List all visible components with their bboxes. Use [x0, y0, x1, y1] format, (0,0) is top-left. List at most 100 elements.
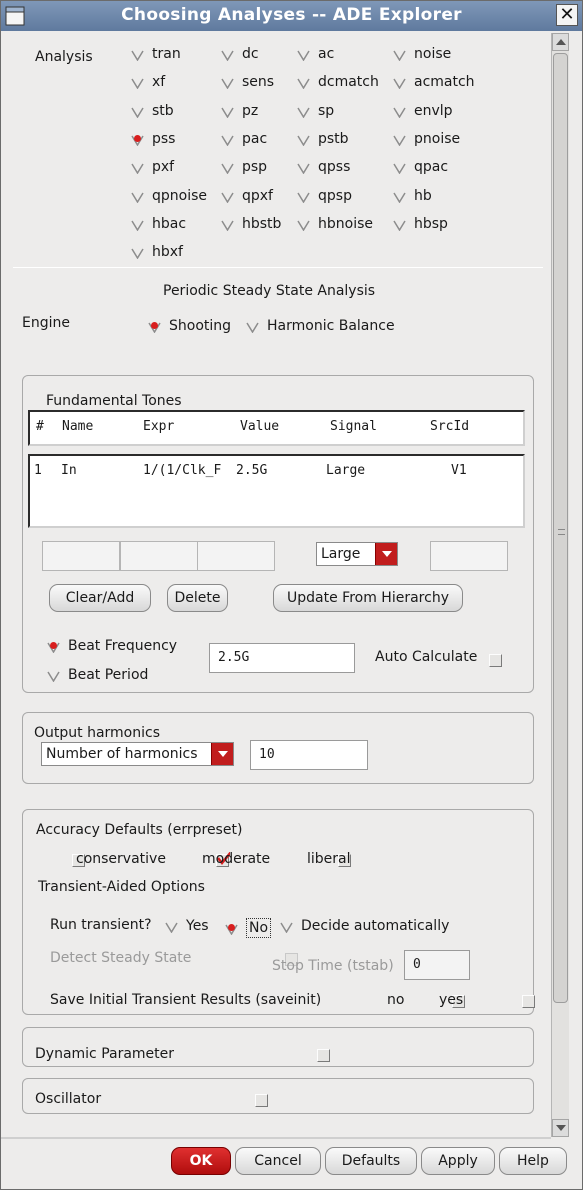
analysis-radio-qpnoise[interactable]: qpnoise — [131, 188, 207, 204]
analysis-radio-hbac[interactable]: hbac — [131, 216, 186, 232]
analysis-radio-hb[interactable]: hb — [393, 188, 432, 204]
analysis-radio-qpsp[interactable]: qpsp — [297, 188, 352, 204]
fundamental-tones-title: Fundamental Tones — [46, 393, 182, 409]
radio-selected-icon — [225, 922, 238, 935]
analysis-radio-ac[interactable]: ac — [297, 46, 334, 62]
analysis-radio-hbxf[interactable]: hbxf — [131, 244, 183, 260]
title-bar[interactable]: Choosing Analyses -- ADE Explorer ✕ — [1, 1, 582, 31]
analysis-radio-hbsp[interactable]: hbsp — [393, 216, 448, 232]
analysis-option-label: hbac — [152, 216, 187, 232]
analysis-radio-envlp[interactable]: envlp — [393, 103, 453, 119]
analysis-option-label: noise — [414, 46, 452, 62]
radio-unselected-icon — [221, 48, 234, 61]
radio-unselected-icon — [393, 48, 406, 61]
analysis-radio-pnoise[interactable]: pnoise — [393, 131, 460, 147]
vertical-scrollbar[interactable] — [551, 33, 569, 1137]
dynamic-parameter-checkbox[interactable] — [317, 1048, 331, 1062]
analysis-radio-xf[interactable]: xf — [131, 74, 165, 90]
clear-add-button[interactable]: Clear/Add — [49, 584, 151, 612]
analysis-option-label: qpsp — [318, 188, 352, 204]
run-transient-no-radio[interactable]: No — [225, 918, 272, 938]
analysis-radio-dcmatch[interactable]: dcmatch — [297, 74, 379, 90]
defaults-button[interactable]: Defaults — [325, 1147, 417, 1175]
analysis-radio-tran[interactable]: tran — [131, 46, 181, 62]
close-icon[interactable]: ✕ — [556, 4, 578, 26]
analysis-radio-stb[interactable]: stb — [131, 103, 174, 119]
col-signal: Signal — [330, 419, 377, 434]
beat-period-label: Beat Period — [68, 667, 149, 683]
save-initial-yes-checkbox[interactable] — [521, 994, 535, 1008]
analysis-label: Analysis — [35, 49, 93, 65]
analysis-radio-sens[interactable]: sens — [221, 74, 274, 90]
analysis-radio-hbstb[interactable]: hbstb — [221, 216, 281, 232]
scroll-up-icon[interactable] — [552, 33, 569, 51]
scrollbar-thumb[interactable] — [553, 53, 568, 1003]
scroll-down-icon[interactable] — [552, 1119, 569, 1137]
analysis-radio-pz[interactable]: pz — [221, 103, 258, 119]
radio-unselected-icon — [297, 218, 310, 231]
beat-value-field[interactable]: 2.5G — [209, 643, 355, 673]
ok-button[interactable]: OK — [171, 1147, 231, 1175]
cell-srcid: V1 — [451, 463, 467, 478]
radio-unselected-icon — [47, 669, 60, 682]
analysis-radio-pss[interactable]: pss — [131, 131, 175, 147]
tone-srcid-field[interactable] — [430, 541, 508, 571]
tone-expr-field[interactable] — [120, 541, 198, 571]
analysis-option-label: sens — [242, 74, 275, 90]
tones-table-header: # Name Expr Value Signal SrcId — [28, 410, 525, 446]
analysis-radio-dc[interactable]: dc — [221, 46, 259, 62]
auto-calculate-checkbox[interactable] — [489, 653, 502, 667]
analysis-radio-pstb[interactable]: pstb — [297, 131, 349, 147]
output-harmonics-title: Output harmonics — [34, 725, 160, 741]
stop-time-field[interactable]: 0 — [404, 950, 470, 980]
apply-button[interactable]: Apply — [421, 1147, 495, 1175]
analysis-radio-qpss[interactable]: qpss — [297, 159, 350, 175]
tone-value-field[interactable] — [197, 541, 275, 571]
analysis-radio-noise[interactable]: noise — [393, 46, 451, 62]
tones-table-body[interactable]: 1 In 1/(1/Clk_F 2.5G Large V1 — [28, 454, 525, 528]
table-row[interactable]: 1 In 1/(1/Clk_F 2.5G Large V1 — [30, 458, 523, 480]
engine-shooting-radio[interactable]: Shooting — [148, 318, 231, 334]
run-transient-no-label: No — [246, 918, 272, 938]
radio-unselected-icon — [393, 218, 406, 231]
analysis-radio-hbnoise[interactable]: hbnoise — [297, 216, 373, 232]
analysis-radio-qpac[interactable]: qpac — [393, 159, 448, 175]
analysis-radio-pac[interactable]: pac — [221, 131, 267, 147]
harmonics-mode-select[interactable]: Number of harmonics — [41, 742, 234, 766]
radio-unselected-icon — [297, 161, 310, 174]
cancel-button[interactable]: Cancel — [235, 1147, 321, 1175]
analysis-radio-sp[interactable]: sp — [297, 103, 334, 119]
engine-hb-label: Harmonic Balance — [267, 318, 395, 334]
signal-select[interactable]: Large — [316, 542, 398, 566]
radio-unselected-icon — [131, 48, 144, 61]
delete-button[interactable]: Delete — [167, 584, 228, 612]
run-transient-auto-radio[interactable]: Decide automatically — [280, 918, 449, 934]
beat-period-radio[interactable]: Beat Period — [47, 667, 148, 683]
beat-frequency-radio[interactable]: Beat Frequency — [47, 638, 177, 654]
analysis-radio-psp[interactable]: psp — [221, 159, 267, 175]
harmonics-count-field[interactable]: 10 — [250, 740, 368, 770]
analysis-radio-pxf[interactable]: pxf — [131, 159, 174, 175]
help-button[interactable]: Help — [499, 1147, 567, 1175]
col-name: Name — [62, 419, 94, 434]
analysis-option-label: qpnoise — [152, 188, 208, 204]
cell-value: 2.5G — [236, 463, 268, 478]
radio-unselected-icon — [393, 161, 406, 174]
oscillator-checkbox[interactable] — [254, 1093, 268, 1107]
radio-unselected-icon — [221, 133, 234, 146]
chevron-down-icon — [375, 543, 397, 565]
tone-name-field[interactable] — [42, 541, 120, 571]
update-from-hierarchy-button[interactable]: Update From Hierarchy — [273, 584, 463, 612]
analysis-heading: Periodic Steady State Analysis — [163, 283, 376, 299]
radio-unselected-icon — [131, 105, 144, 118]
run-transient-label: Run transient? — [50, 917, 152, 933]
engine-harmonic-balance-radio[interactable]: Harmonic Balance — [246, 318, 395, 334]
analysis-radio-acmatch[interactable]: acmatch — [393, 74, 475, 90]
cell-num: 1 — [34, 463, 42, 478]
analysis-option-label: xf — [152, 74, 166, 90]
analysis-radio-qpxf[interactable]: qpxf — [221, 188, 273, 204]
dialog-window: Choosing Analyses -- ADE Explorer ✕ Anal… — [0, 0, 583, 1190]
radio-unselected-icon — [297, 76, 310, 89]
run-transient-yes-radio[interactable]: Yes — [165, 918, 209, 934]
analysis-option-label: hbstb — [242, 216, 282, 232]
